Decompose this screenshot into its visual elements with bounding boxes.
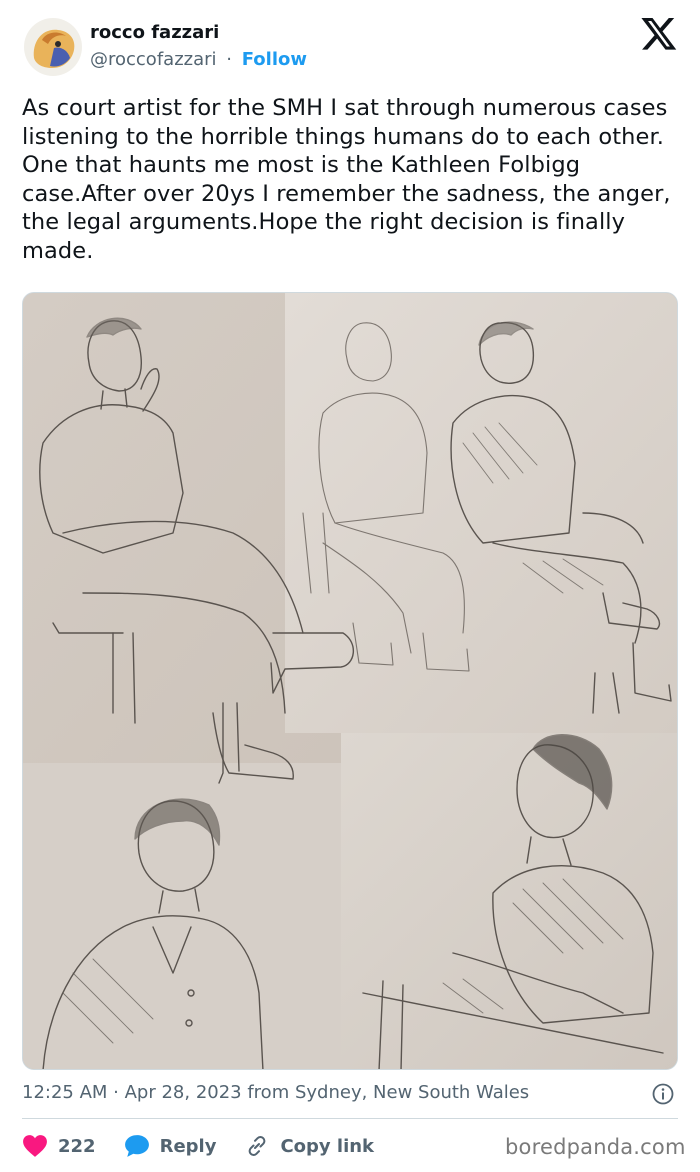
action-bar: 222 Reply Copy link (22, 1130, 402, 1162)
tweet-text: As court artist for the SMH I sat throug… (22, 95, 671, 264)
like-button[interactable]: 222 (22, 1134, 96, 1158)
handle-row: @roccofazzari · Follow (90, 49, 307, 70)
watermark: boredpanda.com (505, 1135, 686, 1159)
x-logo-icon[interactable] (640, 14, 678, 52)
follow-button[interactable]: Follow (242, 49, 307, 70)
divider (22, 1118, 678, 1119)
copy-link-button[interactable]: Copy link (244, 1134, 374, 1158)
heart-icon (23, 1135, 47, 1157)
handle[interactable]: @roccofazzari (90, 49, 217, 70)
link-icon (249, 1136, 266, 1156)
tweet-card: rocco fazzari @roccofazzari · Follow As … (0, 0, 700, 1172)
reply-button[interactable]: Reply (124, 1134, 217, 1158)
display-name[interactable]: rocco fazzari (90, 22, 219, 43)
court-sketch-illustration (23, 293, 677, 1069)
reply-label: Reply (159, 1135, 217, 1157)
handle-separator: · (226, 49, 232, 70)
info-icon[interactable] (651, 1082, 675, 1106)
speech-bubble-icon (124, 1135, 149, 1157)
tweet-image-sketches[interactable] (22, 292, 678, 1070)
like-count: 222 (58, 1135, 96, 1157)
avatar[interactable] (24, 18, 82, 76)
tweet-timestamp[interactable]: 12:25 AM · Apr 28, 2023 from Sydney, New… (22, 1082, 529, 1103)
copy-link-label: Copy link (280, 1135, 375, 1157)
